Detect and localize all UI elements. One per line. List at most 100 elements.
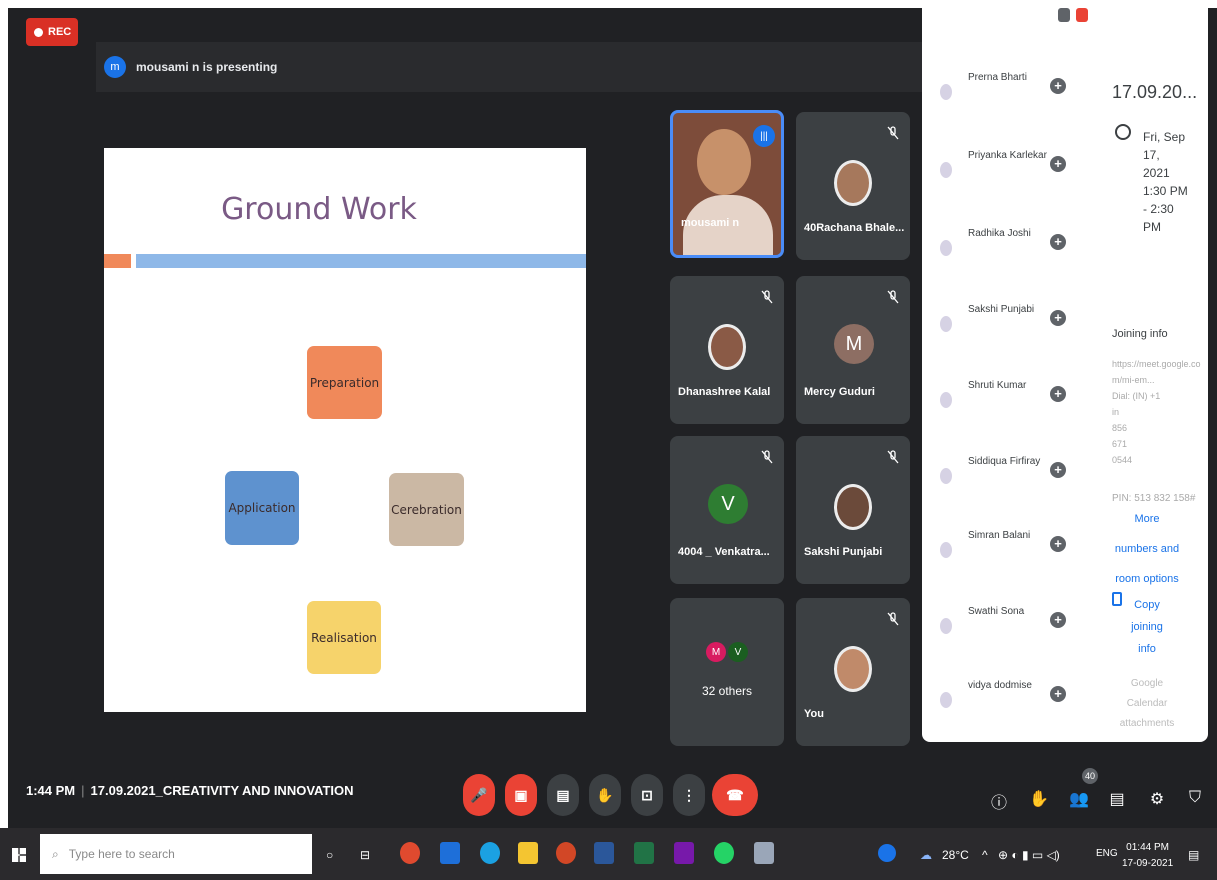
speaking-indicator-icon: |||	[753, 125, 775, 147]
chrome-icon[interactable]	[400, 842, 420, 864]
panel-participant[interactable]: Prerna Bharti +	[940, 64, 1070, 124]
weather-icon: ☁	[920, 848, 932, 862]
add-icon[interactable]: +	[1050, 234, 1066, 250]
participant-name: Mercy Guduri	[804, 386, 875, 398]
edge-icon[interactable]	[480, 842, 500, 864]
panel-participant[interactable]: Swathi Sona +	[940, 598, 1070, 658]
joining-info-heading: Joining info	[1112, 328, 1168, 340]
more-options-button[interactable]: ⋮	[673, 774, 705, 816]
people-icon[interactable]: 👥	[1068, 789, 1090, 811]
panel-participant[interactable]: Simran Balani +	[940, 522, 1070, 582]
panel-participant[interactable]: Siddiqua Firfiray +	[940, 448, 1070, 508]
calendar-line: attachments	[1119, 718, 1175, 729]
mic-toggle-button[interactable]: 🎤	[463, 774, 495, 816]
add-icon[interactable]: +	[1050, 536, 1066, 552]
leave-call-button[interactable]: ☎	[712, 774, 758, 816]
participant-tile[interactable]: 40Rachana Bhale...	[796, 112, 910, 260]
participant-name: Sakshi Punjabi	[804, 546, 883, 558]
host-controls-icon[interactable]: ⛉	[1184, 789, 1206, 811]
add-icon[interactable]: +	[1050, 310, 1066, 326]
participant-avatar	[940, 468, 952, 484]
participant-avatar	[834, 484, 872, 530]
participant-tile[interactable]: V 4004 _ Venkatra...	[670, 436, 784, 584]
add-person-icon[interactable]	[1058, 8, 1070, 22]
taskbar-search-box[interactable]: ⌕ Type here to search	[40, 834, 312, 874]
windows-taskbar: ⌕ Type here to search ○ ⊟ ☁ 28°C ^ ⊕ ◐ ▮…	[0, 828, 1217, 880]
dropbox-icon[interactable]	[440, 842, 460, 864]
system-tray-icons[interactable]: ⊕ ◐ ▮ ▭ ◁)	[998, 848, 1060, 862]
captions-button[interactable]: ▤	[547, 774, 579, 816]
realisation-box: Realisation	[307, 601, 381, 674]
phone-hangup-icon: ☎	[726, 786, 744, 803]
camera-toggle-button[interactable]: ▣	[505, 774, 537, 816]
calendar-icon[interactable]	[1076, 8, 1088, 22]
taskbar-clock[interactable]: 01:44 PM 17-09-2021	[1122, 840, 1173, 872]
dial-number: 671	[1112, 439, 1128, 449]
presenter-avatar: m	[104, 56, 126, 78]
participant-name: Prerna Bharti	[968, 72, 1027, 83]
slide-title: Ground Work	[221, 192, 417, 227]
taskbar-time: 01:44 PM	[1126, 842, 1169, 853]
participant-avatar	[940, 162, 952, 178]
others-tile[interactable]: M V 32 others	[670, 598, 784, 746]
help-icon[interactable]	[878, 844, 896, 862]
self-tile[interactable]: You	[796, 598, 910, 746]
file-explorer-icon[interactable]	[518, 842, 538, 864]
language-indicator[interactable]: ENG	[1096, 848, 1118, 859]
schedule-line: - 2:30	[1143, 202, 1174, 216]
chat-icon[interactable]: ▤	[1106, 789, 1128, 811]
participant-video-face	[697, 129, 751, 195]
raise-hand-button[interactable]: ✋	[589, 774, 621, 816]
temperature[interactable]: 28°C	[942, 848, 969, 862]
cortana-icon[interactable]: ○	[326, 848, 333, 862]
participant-tile-mousami[interactable]: ||| mousami n	[670, 110, 784, 258]
meet-link[interactable]: https://meet.google.com/mi-em...	[1112, 356, 1202, 388]
panel-participant[interactable]: Shruti Kumar +	[940, 372, 1070, 432]
activities-icon[interactable]: ⚙	[1146, 789, 1168, 811]
participant-tile[interactable]: Dhanashree Kalal	[670, 276, 784, 424]
copy-line: joining	[1131, 621, 1163, 633]
participant-avatar: V	[708, 484, 748, 524]
panel-participant[interactable]: Sakshi Punjabi +	[940, 296, 1070, 356]
present-button[interactable]: ⊡	[631, 774, 663, 816]
notifications-icon[interactable]: ▤	[1188, 848, 1199, 862]
participant-name: Siddiqua Firfiray	[968, 456, 1041, 467]
windows-start-icon[interactable]	[12, 848, 26, 862]
info-icon[interactable]: ⓘ	[988, 789, 1010, 812]
onenote-icon[interactable]	[674, 842, 694, 864]
panel-participant[interactable]: Radhika Joshi +	[940, 220, 1070, 280]
panel-participant[interactable]: Priyanka Karlekar +	[940, 142, 1070, 202]
add-icon[interactable]: +	[1050, 686, 1066, 702]
show-hidden-icons[interactable]: ^	[982, 848, 988, 862]
active-app-icon[interactable]	[754, 842, 774, 864]
meeting-title: 17.09.2021_CREATIVITY AND INNOVATION	[90, 783, 354, 798]
search-placeholder: Type here to search	[68, 847, 175, 861]
task-view-icon[interactable]: ⊟	[360, 848, 370, 862]
other-avatar: M	[706, 642, 726, 662]
add-icon[interactable]: +	[1050, 462, 1066, 478]
add-icon[interactable]: +	[1050, 78, 1066, 94]
mic-off-icon	[887, 126, 899, 140]
participant-tile[interactable]: M Mercy Guduri	[796, 276, 910, 424]
copy-joining-info-button[interactable]: Copy joining info	[1112, 594, 1182, 660]
participant-avatar	[940, 542, 952, 558]
slide-divider-bar	[136, 254, 586, 268]
raise-hand-list-icon[interactable]: ✋	[1028, 789, 1050, 811]
participant-avatar	[834, 160, 872, 206]
add-icon[interactable]: +	[1050, 156, 1066, 172]
meet-window: REC m mousami n is presenting Ground Wor…	[0, 0, 1217, 828]
excel-icon[interactable]	[634, 842, 654, 864]
taskbar-date: 17-09-2021	[1122, 858, 1174, 869]
meeting-info-divider: |	[81, 783, 85, 798]
panel-participant[interactable]: vidya dodmise +	[940, 672, 1070, 732]
hand-icon: ✋	[596, 786, 614, 803]
mic-off-icon	[761, 450, 773, 464]
add-icon[interactable]: +	[1050, 386, 1066, 402]
whatsapp-icon[interactable]	[714, 842, 734, 864]
powerpoint-icon[interactable]	[556, 842, 576, 864]
add-icon[interactable]: +	[1050, 612, 1066, 628]
calendar-line: Google	[1130, 678, 1164, 689]
participant-tile[interactable]: Sakshi Punjabi	[796, 436, 910, 584]
more-numbers-link[interactable]: More numbers and room options	[1112, 504, 1182, 594]
word-icon[interactable]	[594, 842, 614, 864]
